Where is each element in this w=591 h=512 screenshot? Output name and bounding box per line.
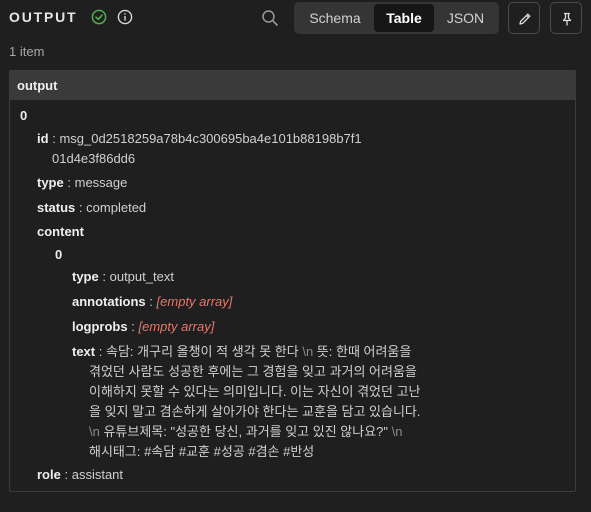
row-index: 0 bbox=[20, 108, 28, 123]
info-icon[interactable] bbox=[117, 9, 133, 25]
pin-button[interactable] bbox=[550, 2, 582, 34]
id-field: id : msg_0d2518259a78b4c300695ba4e101b88… bbox=[37, 131, 362, 146]
pencil-icon bbox=[519, 13, 531, 25]
output-table: output 0 id : msg_0d2518259a78b4c300695b… bbox=[9, 70, 576, 492]
id-value: msg_0d2518259a78b4c300695ba4e101b88198b7… bbox=[59, 131, 362, 146]
logprobs-field: logprobs : [empty array] bbox=[72, 319, 215, 334]
content-field: content bbox=[37, 224, 84, 239]
pin-icon bbox=[562, 12, 572, 26]
search-icon[interactable] bbox=[261, 9, 279, 27]
role-field: role : assistant bbox=[37, 467, 124, 482]
text-field: text : 속담: 개구리 올챙이 적 생각 못 한다 \n 뜻: 한때 어려… bbox=[72, 344, 421, 459]
view-mode-tabs: Schema Table JSON bbox=[294, 2, 499, 34]
item-count: 1 item bbox=[9, 44, 45, 59]
annotations-field: annotations : [empty array] bbox=[72, 294, 233, 309]
table-column-header: output bbox=[10, 71, 575, 100]
output-title: OUTPUT bbox=[9, 9, 78, 25]
tab-schema[interactable]: Schema bbox=[296, 4, 374, 32]
tab-table[interactable]: Table bbox=[374, 4, 434, 32]
check-circle-icon bbox=[91, 9, 107, 25]
type-field: type : message bbox=[37, 175, 128, 190]
panel-header: OUTPUT Schema Table JSON bbox=[0, 0, 591, 36]
tab-json[interactable]: JSON bbox=[434, 4, 497, 32]
id-value-cont: 01d4e3f86dd6 bbox=[52, 151, 136, 166]
status-field: status : completed bbox=[37, 200, 147, 215]
content-type-field: type : output_text bbox=[72, 269, 174, 284]
edit-button[interactable] bbox=[508, 2, 540, 34]
content-index: 0 bbox=[55, 247, 63, 262]
